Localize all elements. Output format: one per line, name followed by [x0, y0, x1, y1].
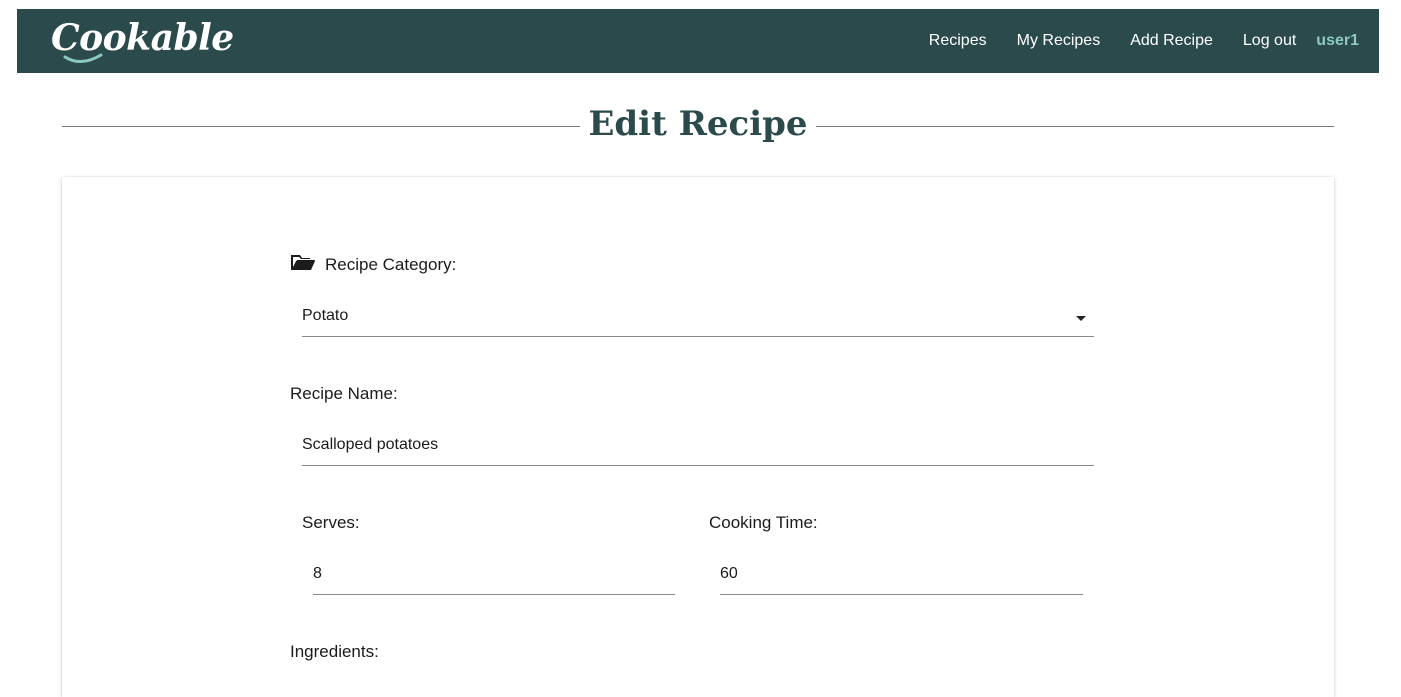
category-select[interactable]: Potato — [302, 299, 1094, 337]
edit-recipe-form: Recipe Category: Potato Recipe Name: Sca… — [62, 177, 1334, 697]
nav-username[interactable]: user1 — [1316, 32, 1359, 50]
serves-label: Serves: — [302, 513, 360, 532]
page-title: Edit Recipe — [588, 104, 808, 144]
cooking-time-value: 60 — [720, 565, 738, 582]
nav-link-my-recipes[interactable]: My Recipes — [1017, 32, 1101, 50]
logo-swoosh-icon — [63, 53, 103, 63]
serves-input[interactable]: 8 — [313, 557, 675, 595]
folder-open-icon — [291, 255, 315, 270]
recipe-name-value: Scalloped potatoes — [302, 436, 439, 453]
page-heading: Edit Recipe — [62, 100, 1334, 152]
heading-divider-right — [816, 126, 1334, 127]
caret-down-icon — [1076, 316, 1086, 321]
nav-link-add-recipe[interactable]: Add Recipe — [1130, 32, 1213, 50]
category-label: Recipe Category: — [325, 255, 457, 274]
recipe-name-label: Recipe Name: — [290, 384, 398, 403]
navbar: Cookable Recipes My Recipes Add Recipe L… — [17, 9, 1379, 73]
nav-links: Recipes My Recipes Add Recipe Log out us… — [899, 9, 1359, 73]
serves-value: 8 — [313, 565, 322, 582]
nav-link-log-out[interactable]: Log out — [1243, 32, 1296, 50]
recipe-name-input[interactable]: Scalloped potatoes — [302, 428, 1094, 466]
ingredients-label: Ingredients: — [290, 642, 379, 661]
category-select-value: Potato — [302, 307, 349, 324]
cooking-time-label: Cooking Time: — [709, 513, 818, 532]
cooking-time-input[interactable]: 60 — [720, 557, 1083, 595]
nav-link-recipes[interactable]: Recipes — [929, 32, 987, 50]
